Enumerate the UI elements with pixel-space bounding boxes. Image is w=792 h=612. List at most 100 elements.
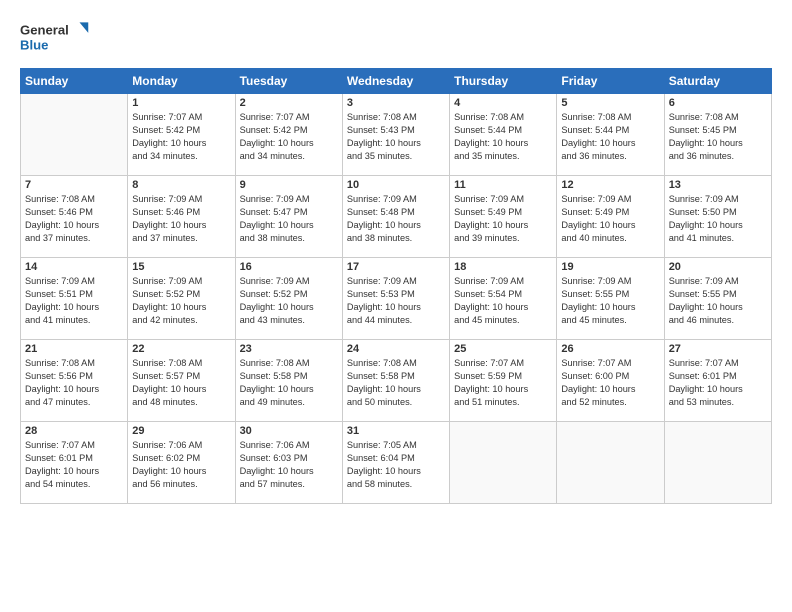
weekday-header-tuesday: Tuesday [235, 69, 342, 94]
day-number: 16 [240, 261, 338, 273]
day-info: Sunrise: 7:08 AM Sunset: 5:58 PM Dayligh… [240, 357, 338, 409]
day-number: 21 [25, 343, 123, 355]
day-info: Sunrise: 7:05 AM Sunset: 6:04 PM Dayligh… [347, 439, 445, 491]
weekday-header-monday: Monday [128, 69, 235, 94]
header: General Blue [20, 18, 772, 60]
day-number: 11 [454, 179, 552, 191]
day-cell: 12 Sunrise: 7:09 AM Sunset: 5:49 PM Dayli… [557, 176, 664, 258]
day-info: Sunrise: 7:08 AM Sunset: 5:46 PM Dayligh… [25, 193, 123, 245]
day-number: 23 [240, 343, 338, 355]
logo: General Blue [20, 18, 90, 60]
svg-text:Blue: Blue [20, 38, 48, 53]
day-cell: 28Sunrise: 7:07 AM Sunset: 6:01 PM Dayli… [21, 422, 128, 504]
day-number: 26 [561, 343, 659, 355]
day-number: 9 [240, 179, 338, 191]
day-number: 22 [132, 343, 230, 355]
day-info: Sunrise: 7:09 AM Sunset: 5:49 PM Dayligh… [561, 193, 659, 245]
day-info: Sunrise: 7:09 AM Sunset: 5:47 PM Dayligh… [240, 193, 338, 245]
day-cell: 2 Sunrise: 7:07 AM Sunset: 5:42 PM Daylig… [235, 94, 342, 176]
day-cell: 10 Sunrise: 7:09 AM Sunset: 5:48 PM Dayli… [342, 176, 449, 258]
day-number: 25 [454, 343, 552, 355]
day-number: 3 [347, 97, 445, 109]
day-number: 27 [669, 343, 767, 355]
day-cell: 4 Sunrise: 7:08 AM Sunset: 5:44 PM Daylig… [450, 94, 557, 176]
day-info: Sunrise: 7:06 AM Sunset: 6:03 PM Dayligh… [240, 439, 338, 491]
day-cell: 29 Sunrise: 7:06 AM Sunset: 6:02 PM Dayli… [128, 422, 235, 504]
calendar: SundayMondayTuesdayWednesdayThursdayFrid… [20, 68, 772, 504]
day-number: 8 [132, 179, 230, 191]
day-info: Sunrise: 7:07 AM Sunset: 6:01 PM Dayligh… [669, 357, 767, 409]
day-info: Sunrise: 7:09 AM Sunset: 5:55 PM Dayligh… [669, 275, 767, 327]
day-cell: 16 Sunrise: 7:09 AM Sunset: 5:52 PM Dayli… [235, 258, 342, 340]
day-info: Sunrise: 7:09 AM Sunset: 5:51 PM Dayligh… [25, 275, 123, 327]
day-cell: 31 Sunrise: 7:05 AM Sunset: 6:04 PM Dayli… [342, 422, 449, 504]
svg-text:General: General [20, 23, 69, 38]
day-cell: 19 Sunrise: 7:09 AM Sunset: 5:55 PM Dayli… [557, 258, 664, 340]
day-cell: 9 Sunrise: 7:09 AM Sunset: 5:47 PM Daylig… [235, 176, 342, 258]
day-number: 18 [454, 261, 552, 273]
day-info: Sunrise: 7:06 AM Sunset: 6:02 PM Dayligh… [132, 439, 230, 491]
day-number: 12 [561, 179, 659, 191]
day-number: 10 [347, 179, 445, 191]
day-number: 13 [669, 179, 767, 191]
day-cell: 8 Sunrise: 7:09 AM Sunset: 5:46 PM Daylig… [128, 176, 235, 258]
day-cell [450, 422, 557, 504]
day-cell: 15Sunrise: 7:09 AM Sunset: 5:52 PM Dayli… [128, 258, 235, 340]
weekday-header-row: SundayMondayTuesdayWednesdayThursdayFrid… [21, 69, 772, 94]
day-cell: 13Sunrise: 7:09 AM Sunset: 5:50 PM Dayli… [664, 176, 771, 258]
logo-svg: General Blue [20, 18, 90, 60]
day-number: 31 [347, 425, 445, 437]
day-info: Sunrise: 7:07 AM Sunset: 5:42 PM Dayligh… [240, 111, 338, 163]
day-number: 4 [454, 97, 552, 109]
day-number: 2 [240, 97, 338, 109]
day-number: 6 [669, 97, 767, 109]
day-info: Sunrise: 7:09 AM Sunset: 5:46 PM Dayligh… [132, 193, 230, 245]
day-info: Sunrise: 7:09 AM Sunset: 5:52 PM Dayligh… [132, 275, 230, 327]
day-cell: 25 Sunrise: 7:07 AM Sunset: 5:59 PM Dayli… [450, 340, 557, 422]
day-cell: 30 Sunrise: 7:06 AM Sunset: 6:03 PM Dayli… [235, 422, 342, 504]
day-number: 19 [561, 261, 659, 273]
day-info: Sunrise: 7:09 AM Sunset: 5:54 PM Dayligh… [454, 275, 552, 327]
day-cell: 7 Sunrise: 7:08 AM Sunset: 5:46 PM Daylig… [21, 176, 128, 258]
day-cell [21, 94, 128, 176]
day-cell: 5Sunrise: 7:08 AM Sunset: 5:44 PM Daylig… [557, 94, 664, 176]
day-cell: 22Sunrise: 7:08 AM Sunset: 5:57 PM Dayli… [128, 340, 235, 422]
week-row-3: 14 Sunrise: 7:09 AM Sunset: 5:51 PM Dayli… [21, 258, 772, 340]
day-cell: 23 Sunrise: 7:08 AM Sunset: 5:58 PM Dayli… [235, 340, 342, 422]
day-info: Sunrise: 7:08 AM Sunset: 5:44 PM Dayligh… [454, 111, 552, 163]
day-info: Sunrise: 7:09 AM Sunset: 5:48 PM Dayligh… [347, 193, 445, 245]
weekday-header-wednesday: Wednesday [342, 69, 449, 94]
day-cell: 26Sunrise: 7:07 AM Sunset: 6:00 PM Dayli… [557, 340, 664, 422]
day-info: Sunrise: 7:08 AM Sunset: 5:45 PM Dayligh… [669, 111, 767, 163]
day-number: 30 [240, 425, 338, 437]
day-number: 29 [132, 425, 230, 437]
day-cell: 18 Sunrise: 7:09 AM Sunset: 5:54 PM Dayli… [450, 258, 557, 340]
day-info: Sunrise: 7:08 AM Sunset: 5:44 PM Dayligh… [561, 111, 659, 163]
day-info: Sunrise: 7:08 AM Sunset: 5:43 PM Dayligh… [347, 111, 445, 163]
weekday-header-sunday: Sunday [21, 69, 128, 94]
week-row-2: 7 Sunrise: 7:08 AM Sunset: 5:46 PM Daylig… [21, 176, 772, 258]
weekday-header-thursday: Thursday [450, 69, 557, 94]
day-cell: 17Sunrise: 7:09 AM Sunset: 5:53 PM Dayli… [342, 258, 449, 340]
day-number: 14 [25, 261, 123, 273]
day-cell: 20Sunrise: 7:09 AM Sunset: 5:55 PM Dayli… [664, 258, 771, 340]
week-row-1: 1Sunrise: 7:07 AM Sunset: 5:42 PM Daylig… [21, 94, 772, 176]
day-info: Sunrise: 7:09 AM Sunset: 5:52 PM Dayligh… [240, 275, 338, 327]
day-cell: 21 Sunrise: 7:08 AM Sunset: 5:56 PM Dayli… [21, 340, 128, 422]
day-info: Sunrise: 7:07 AM Sunset: 6:01 PM Dayligh… [25, 439, 123, 491]
day-cell: 11 Sunrise: 7:09 AM Sunset: 5:49 PM Dayli… [450, 176, 557, 258]
week-row-5: 28Sunrise: 7:07 AM Sunset: 6:01 PM Dayli… [21, 422, 772, 504]
day-cell: 1Sunrise: 7:07 AM Sunset: 5:42 PM Daylig… [128, 94, 235, 176]
day-info: Sunrise: 7:08 AM Sunset: 5:58 PM Dayligh… [347, 357, 445, 409]
day-info: Sunrise: 7:07 AM Sunset: 5:59 PM Dayligh… [454, 357, 552, 409]
day-cell [664, 422, 771, 504]
day-cell: 24Sunrise: 7:08 AM Sunset: 5:58 PM Dayli… [342, 340, 449, 422]
day-number: 7 [25, 179, 123, 191]
day-info: Sunrise: 7:09 AM Sunset: 5:49 PM Dayligh… [454, 193, 552, 245]
day-number: 17 [347, 261, 445, 273]
weekday-header-saturday: Saturday [664, 69, 771, 94]
day-cell: 6 Sunrise: 7:08 AM Sunset: 5:45 PM Daylig… [664, 94, 771, 176]
day-info: Sunrise: 7:09 AM Sunset: 5:55 PM Dayligh… [561, 275, 659, 327]
day-info: Sunrise: 7:08 AM Sunset: 5:56 PM Dayligh… [25, 357, 123, 409]
day-cell: 27 Sunrise: 7:07 AM Sunset: 6:01 PM Dayli… [664, 340, 771, 422]
